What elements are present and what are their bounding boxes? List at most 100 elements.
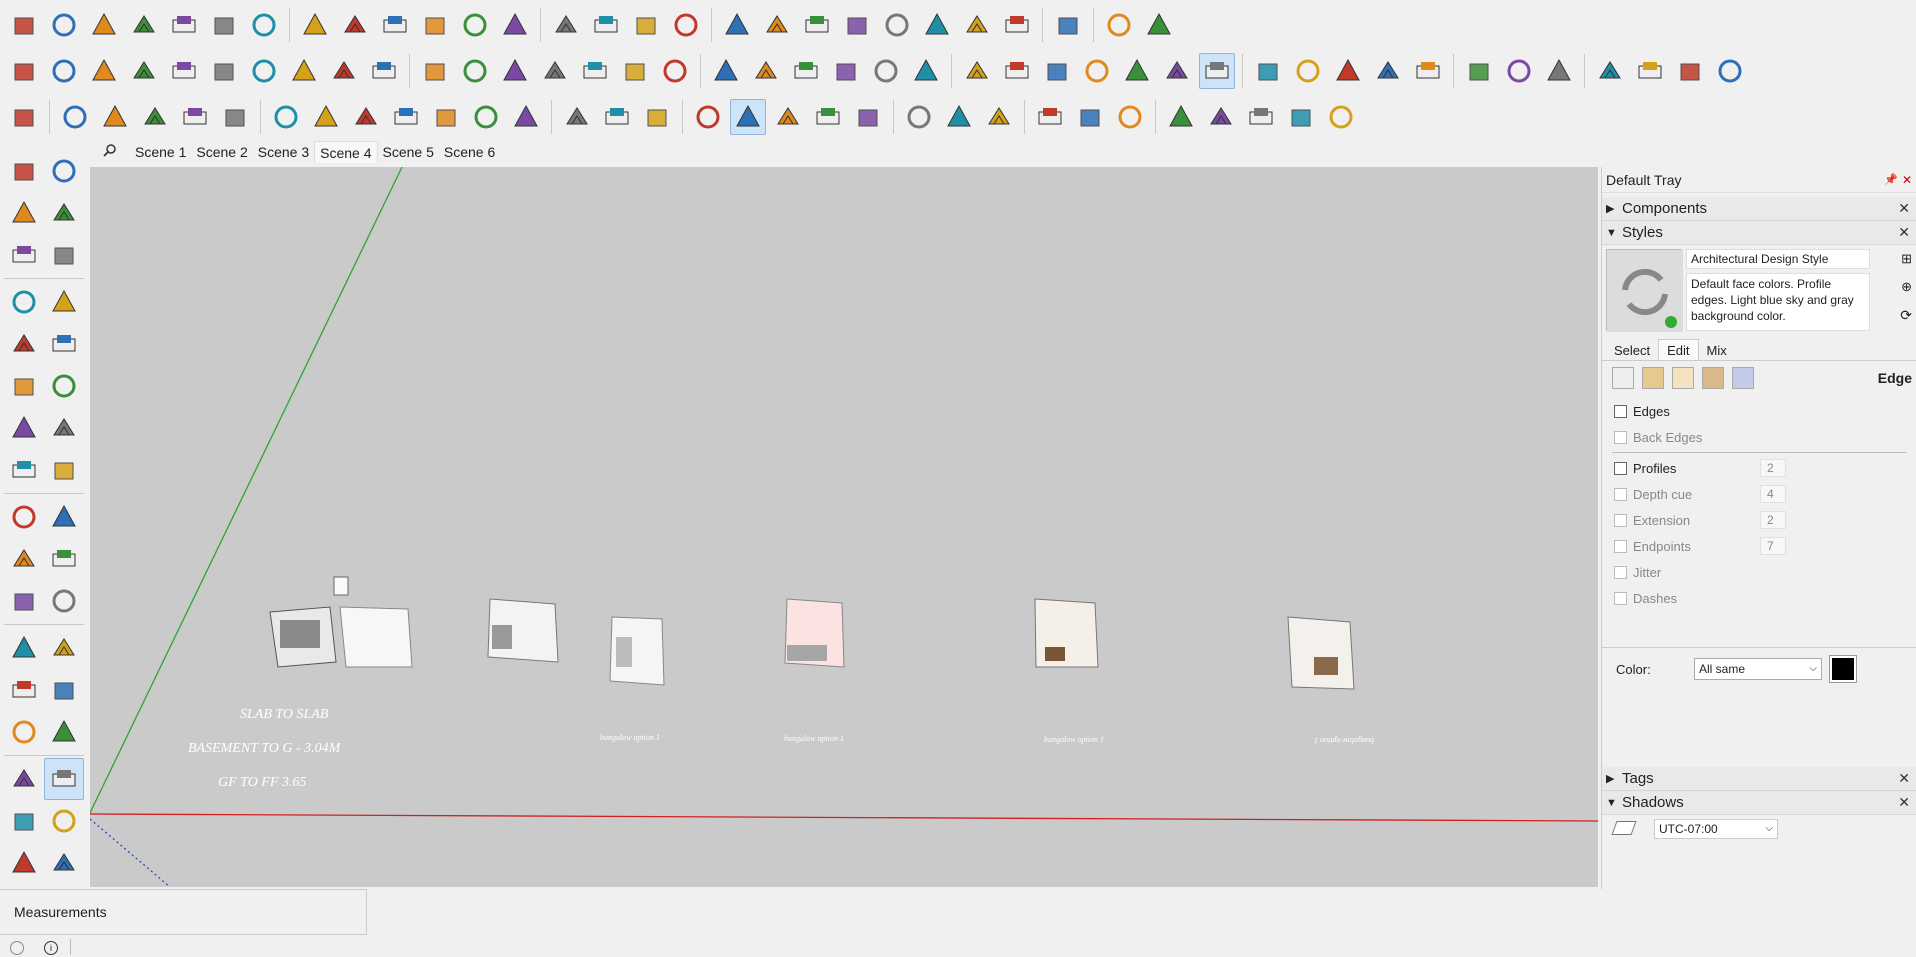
wireframe-icon[interactable] (86, 7, 122, 43)
tool-icon-r2-15[interactable] (577, 53, 613, 89)
zoom-window-icon[interactable] (44, 800, 84, 842)
tool-icon-r2-11[interactable] (417, 53, 453, 89)
tool-icon-r2-28[interactable] (1119, 53, 1155, 89)
tool-icon-r2-40[interactable] (1632, 53, 1668, 89)
tool-icon-r2-8[interactable] (286, 53, 322, 89)
tool-icon-r3-19[interactable] (770, 99, 806, 135)
tool-icon-r2-21[interactable] (828, 53, 864, 89)
tool-icon-r3-28[interactable] (1163, 99, 1199, 135)
checkbox[interactable] (1614, 461, 1627, 475)
tool-icon-r2-37[interactable] (1501, 53, 1537, 89)
orbit-icon[interactable] (44, 150, 84, 192)
checkbox[interactable] (1614, 404, 1627, 418)
pencil-icon[interactable] (4, 281, 44, 323)
tool-icon-r3-1[interactable] (6, 99, 42, 135)
style-description-field[interactable]: Default face colors. Profile edges. Ligh… (1686, 273, 1870, 331)
tool-icon-r2-35[interactable] (1410, 53, 1446, 89)
tool-icon-r2-14[interactable] (537, 53, 573, 89)
tab-scene-6[interactable]: Scene 6 (439, 141, 500, 163)
iso-view-icon[interactable] (297, 7, 333, 43)
tool-icon-r3-14[interactable] (559, 99, 595, 135)
left-view-icon[interactable] (497, 7, 533, 43)
tool-icon-r3-10[interactable] (388, 99, 424, 135)
push-r-icon[interactable] (799, 7, 835, 43)
tool-icon-r2-22[interactable] (868, 53, 904, 89)
tool-icon-r3-31[interactable] (1283, 99, 1319, 135)
back-view-icon[interactable] (457, 7, 493, 43)
close-section-icon[interactable]: ✕ (1898, 794, 1910, 811)
section-shadows[interactable]: ▼ Shadows ✕ (1602, 791, 1916, 815)
push-v-icon[interactable] (839, 7, 875, 43)
sandbox-icon[interactable] (1141, 7, 1177, 43)
tool-icon-r3-17[interactable] (690, 99, 726, 135)
component-icon[interactable] (4, 234, 44, 276)
tool-icon-r2-7[interactable] (246, 53, 282, 89)
tool-icon-r2-6[interactable] (206, 53, 242, 89)
pan-icon[interactable] (44, 758, 84, 800)
tab-edit[interactable]: Edit (1658, 339, 1699, 361)
front-view-icon[interactable] (377, 7, 413, 43)
tool-icon-r2-32[interactable] (1290, 53, 1326, 89)
hidden-line-icon[interactable] (126, 7, 162, 43)
tool-icon-r2-2[interactable] (46, 53, 82, 89)
setting-value-field[interactable]: 7 (1760, 537, 1786, 555)
tool-icon-r3-30[interactable] (1243, 99, 1279, 135)
scale-icon[interactable] (4, 580, 44, 622)
close-section-icon[interactable]: ✕ (1898, 200, 1910, 217)
setting-value-field[interactable]: 2 (1760, 511, 1786, 529)
follow-me-icon[interactable] (44, 538, 84, 580)
fix-icon[interactable] (1101, 7, 1137, 43)
tool-icon-r2-12[interactable] (457, 53, 493, 89)
scene-search-icon[interactable] (90, 141, 130, 163)
checkbox[interactable] (1614, 487, 1627, 501)
measurements-box[interactable]: Measurements (0, 889, 367, 935)
tool-icon-r3-15[interactable] (599, 99, 635, 135)
shaded-icon[interactable] (166, 7, 202, 43)
tab-select[interactable]: Select (1606, 340, 1658, 361)
push-f-icon[interactable] (959, 7, 995, 43)
setting-back-edges[interactable]: Back Edges (1602, 424, 1916, 450)
style-thumbnail[interactable] (1606, 249, 1683, 332)
close-section-icon[interactable]: ✕ (1898, 224, 1910, 241)
push-j-icon[interactable] (759, 7, 795, 43)
tool-icon-r3-24[interactable] (981, 99, 1017, 135)
tool-icon-r2-31[interactable] (1250, 53, 1286, 89)
checkbox[interactable] (1614, 539, 1627, 553)
tool-icon-r3-29[interactable] (1203, 99, 1239, 135)
tool-icon-r3-5[interactable] (177, 99, 213, 135)
tool-icon-r2-4[interactable] (126, 53, 162, 89)
pushpull-icon[interactable] (46, 7, 82, 43)
tab-scene-4[interactable]: Scene 4 (314, 141, 378, 163)
tool-icon-r2-23[interactable] (908, 53, 944, 89)
tool-icon-r3-26[interactable] (1072, 99, 1108, 135)
rotate-icon[interactable] (4, 538, 44, 580)
tool-icon-r2-1[interactable] (6, 53, 42, 89)
pie-icon[interactable] (4, 449, 44, 491)
tab-scene-2[interactable]: Scene 2 (191, 141, 252, 163)
color-swatch[interactable] (1829, 655, 1857, 683)
share-component-icon[interactable] (628, 7, 664, 43)
tool-icon-r3-13[interactable] (508, 99, 544, 135)
tool-icon-r3-16[interactable] (639, 99, 675, 135)
tab-scene-3[interactable]: Scene 3 (253, 141, 314, 163)
checkbox[interactable] (1614, 591, 1627, 605)
section-styles[interactable]: ▼ Styles ✕ (1602, 221, 1916, 245)
tool-icon-r2-10[interactable] (366, 53, 402, 89)
tool-icon-r3-23[interactable] (941, 99, 977, 135)
solid-inspector-icon[interactable] (1050, 7, 1086, 43)
tool-icon-r3-9[interactable] (348, 99, 384, 135)
tool-icon-r2-27[interactable] (1079, 53, 1115, 89)
background-settings-icon[interactable] (1672, 366, 1694, 389)
setting-extension[interactable]: Extension 2 (1602, 507, 1916, 533)
tool-icon-r3-21[interactable] (850, 99, 886, 135)
setting-depth-cue[interactable]: Depth cue 4 (1602, 481, 1916, 507)
f6-icon[interactable] (999, 7, 1035, 43)
tool-icon-r2-24[interactable] (959, 53, 995, 89)
setting-endpoints[interactable]: Endpoints 7 (1602, 533, 1916, 559)
tool-icon-r2-29[interactable] (1159, 53, 1195, 89)
tool-icon-r3-32[interactable] (1323, 99, 1359, 135)
tab-mix[interactable]: Mix (1699, 340, 1735, 361)
tool-icon-r2-33[interactable] (1330, 53, 1366, 89)
orbit-tool-icon[interactable] (4, 758, 44, 800)
tool-icon-r2-30[interactable] (1199, 53, 1235, 89)
